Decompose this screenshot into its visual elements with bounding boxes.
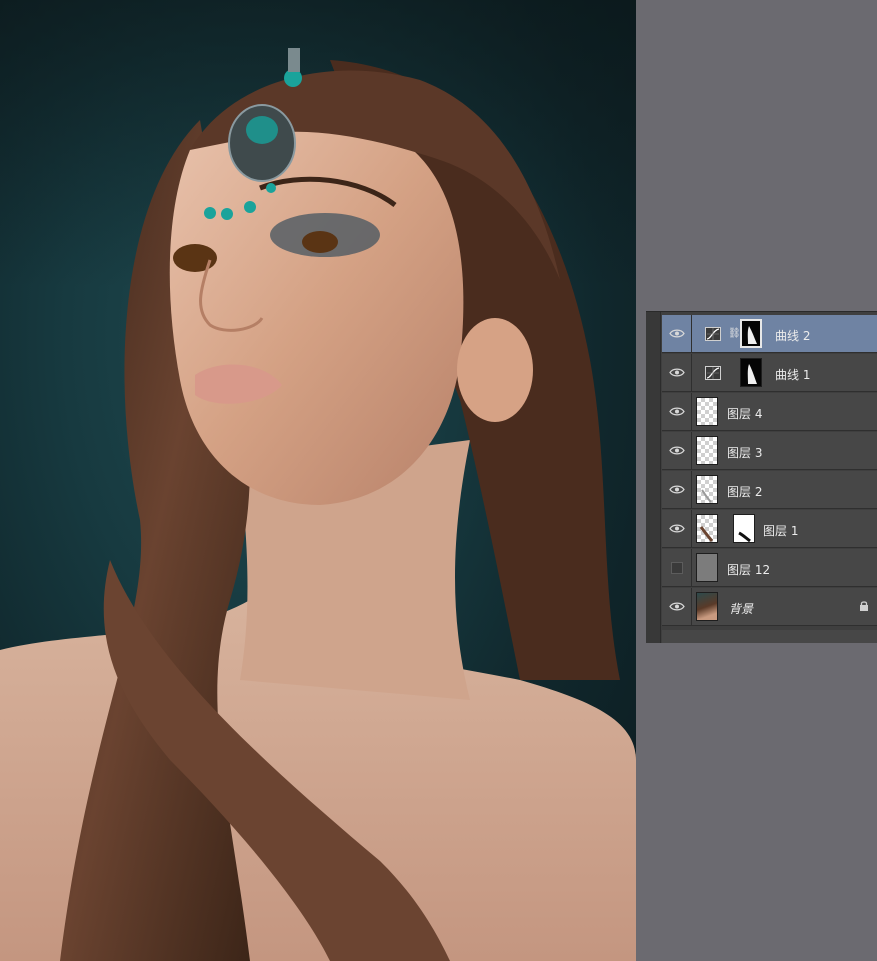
eye-icon xyxy=(669,446,685,455)
layer-row-layer-4[interactable]: 图层 4 xyxy=(662,393,877,431)
curves-adjustment-icon xyxy=(705,366,721,380)
layer-mask-thumbnail[interactable] xyxy=(733,514,755,543)
eye-icon xyxy=(669,602,685,611)
hidden-visibility-box xyxy=(671,562,683,574)
eye-icon xyxy=(669,524,685,533)
layer-name[interactable]: 图层 4 xyxy=(727,405,762,422)
layer-mask-thumbnail[interactable] xyxy=(740,319,762,348)
document-canvas[interactable] xyxy=(0,0,636,961)
layer-mask-thumbnail[interactable] xyxy=(740,358,762,387)
visibility-toggle[interactable] xyxy=(662,354,692,392)
layers-panel: ⛓ 曲线 2 曲线 1 图层 4 图层 3 图层 2 图层 1 图层 12 背景 xyxy=(646,311,877,643)
portrait-photo xyxy=(0,48,636,961)
eye-icon xyxy=(669,485,685,494)
layer-name[interactable]: 图层 12 xyxy=(727,561,770,578)
layer-thumbnail[interactable] xyxy=(696,475,718,504)
layer-thumbnail[interactable] xyxy=(696,553,718,582)
layer-name[interactable]: 图层 2 xyxy=(727,483,762,500)
layer-row-curves-2[interactable]: ⛓ 曲线 2 xyxy=(662,315,877,353)
curves-adjustment-icon xyxy=(705,327,721,341)
layer-name[interactable]: 图层 3 xyxy=(727,444,762,461)
layer-row-layer-3[interactable]: 图层 3 xyxy=(662,432,877,470)
eye-icon xyxy=(669,368,685,377)
visibility-toggle[interactable] xyxy=(662,588,692,626)
visibility-toggle[interactable] xyxy=(662,549,692,587)
panel-footer xyxy=(662,630,877,643)
layer-thumbnail[interactable] xyxy=(696,436,718,465)
layer-row-curves-1[interactable]: 曲线 1 xyxy=(662,354,877,392)
layer-name[interactable]: 曲线 2 xyxy=(775,327,810,344)
eye-icon xyxy=(669,329,685,338)
layer-thumbnail[interactable] xyxy=(696,514,718,543)
lock-icon xyxy=(860,601,868,611)
layer-row-layer-1[interactable]: 图层 1 xyxy=(662,510,877,548)
layer-thumbnail[interactable] xyxy=(696,592,718,621)
visibility-toggle[interactable] xyxy=(662,510,692,548)
mask-link-icon[interactable]: ⛓ xyxy=(728,327,741,341)
eye-icon xyxy=(669,407,685,416)
layer-thumbnail[interactable] xyxy=(696,397,718,426)
visibility-toggle[interactable] xyxy=(662,471,692,509)
layer-name[interactable]: 图层 1 xyxy=(763,522,798,539)
layer-row-background[interactable]: 背景 xyxy=(662,588,877,626)
layer-name[interactable]: 曲线 1 xyxy=(775,366,810,383)
layer-name[interactable]: 背景 xyxy=(729,600,753,617)
visibility-toggle[interactable] xyxy=(662,393,692,431)
visibility-toggle[interactable] xyxy=(662,315,692,353)
panel-side-strip xyxy=(646,312,661,643)
visibility-toggle[interactable] xyxy=(662,432,692,470)
layer-row-layer-12[interactable]: 图层 12 xyxy=(662,549,877,587)
layer-row-layer-2[interactable]: 图层 2 xyxy=(662,471,877,509)
